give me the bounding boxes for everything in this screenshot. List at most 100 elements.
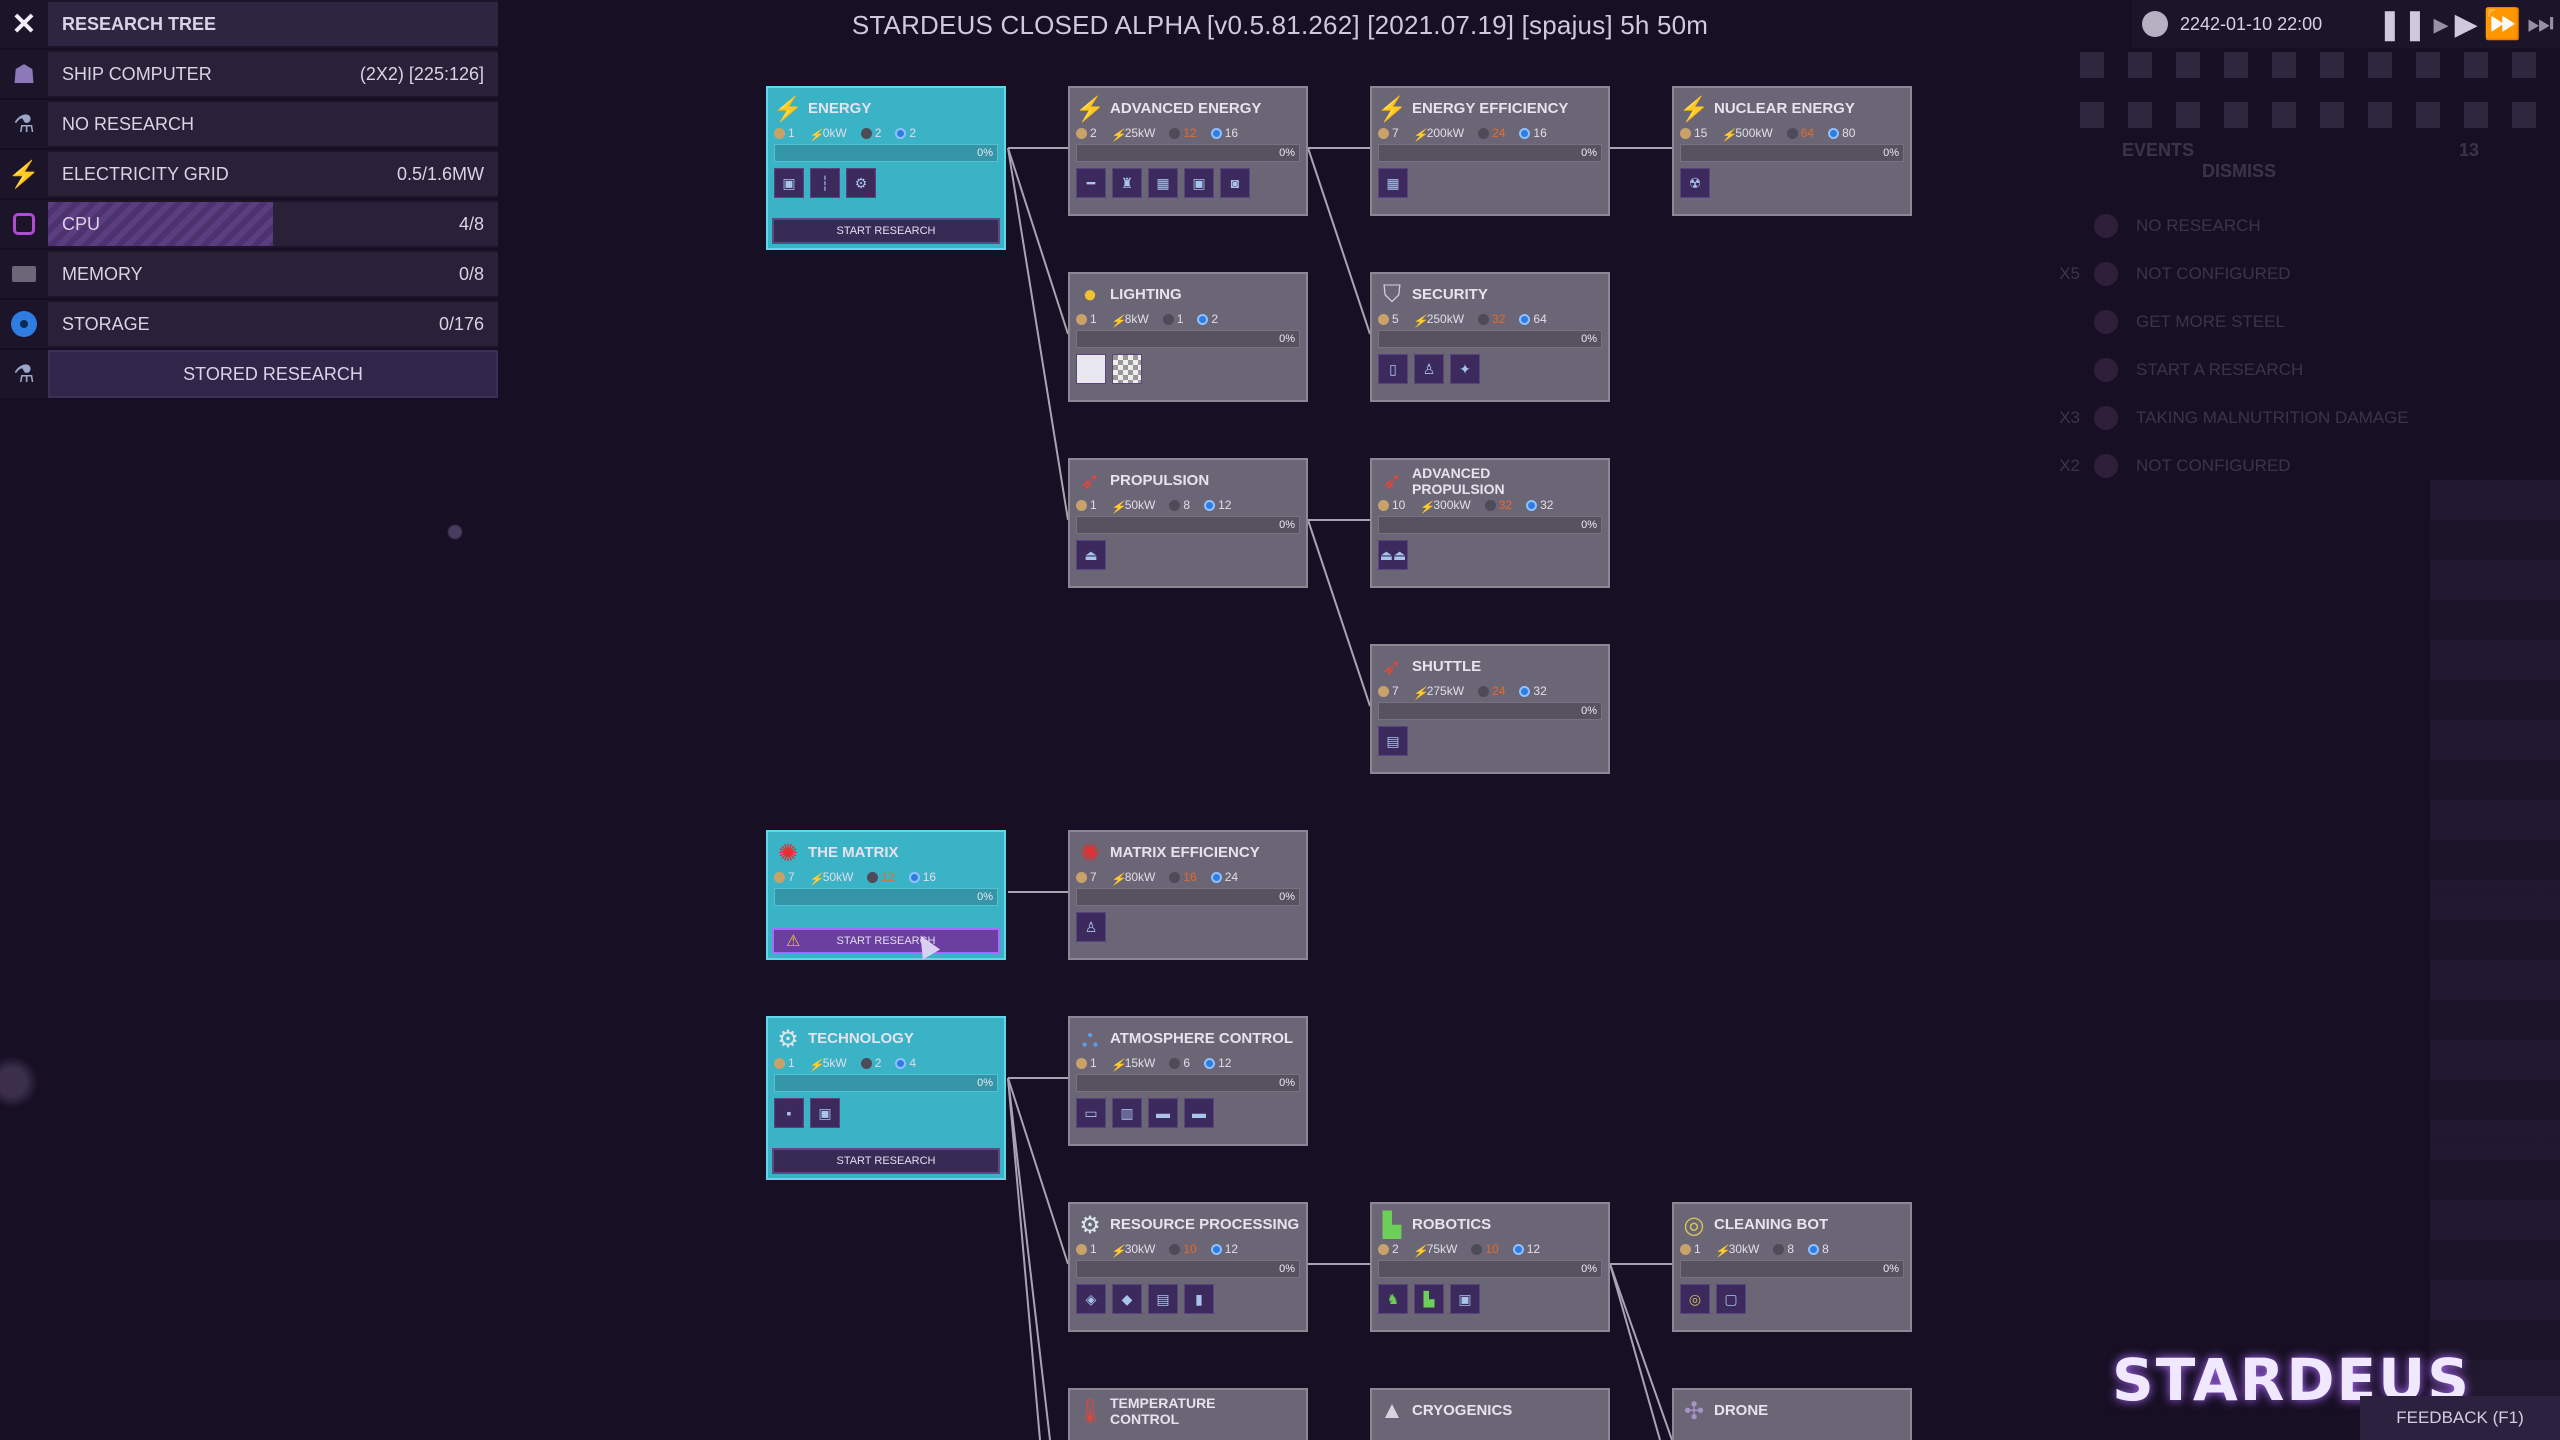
vent-icon[interactable]: ▭ bbox=[1076, 1098, 1106, 1128]
node-lighting[interactable]: ● LIGHTING 1 ⚡ 8kW 1 2 0% bbox=[1068, 272, 1308, 402]
light-panel-icon[interactable] bbox=[1076, 354, 1106, 384]
node-propulsion[interactable]: ➶ PROPULSION 1 ⚡ 50kW 8 12 0% ⏏ bbox=[1068, 458, 1308, 588]
cryogenics-icon: ▲ bbox=[1380, 1397, 1404, 1424]
reactor-icon[interactable]: ◙ bbox=[1220, 168, 1250, 198]
stat-time: 7 bbox=[1392, 126, 1399, 140]
stat-cpu: 24 bbox=[1492, 126, 1506, 140]
thruster-icon[interactable]: ⏏ bbox=[1076, 540, 1106, 570]
data-icon bbox=[1210, 1243, 1222, 1255]
feedback-button[interactable]: FEEDBACK (F1) bbox=[2360, 1396, 2560, 1440]
cooler-icon[interactable]: ▬ bbox=[1184, 1098, 1214, 1128]
node-drone[interactable]: ✣ DRONE bbox=[1672, 1388, 1912, 1440]
stat-time: 2 bbox=[1090, 126, 1097, 140]
node-energy-efficiency[interactable]: ⚡ ENERGY EFFICIENCY 7 ⚡ 200kW 24 16 0% ▦ bbox=[1370, 86, 1610, 216]
node-energy[interactable]: ⚡ ENERGY 1 ⚡ 0kW 2 2 0% ▣ ┆ ⚙ START RESEARCH bbox=[766, 86, 1006, 250]
stat-power: 30kW bbox=[1728, 1242, 1760, 1256]
air-filter-icon[interactable]: ▥ bbox=[1112, 1098, 1142, 1128]
stat-data: 32 bbox=[1540, 498, 1554, 512]
solar-panel-icon[interactable]: ▦ bbox=[1148, 168, 1178, 198]
power-icon: ⚡ bbox=[1412, 1243, 1428, 1258]
stat-cpu: 8 bbox=[1183, 498, 1191, 512]
time-icon bbox=[1378, 127, 1389, 139]
node-matrix-efficiency[interactable]: ✺ MATRIX EFFICIENCY 7 ⚡ 80kW 16 24 0% ♙ bbox=[1068, 830, 1308, 960]
heater-icon[interactable]: ▬ bbox=[1148, 1098, 1178, 1128]
shuttle-bay-icon[interactable]: ▤ bbox=[1378, 726, 1408, 756]
power-icon: ⚡ bbox=[808, 871, 824, 886]
stat-data: 12 bbox=[1218, 498, 1232, 512]
start-research-button[interactable]: START RESEARCH bbox=[772, 218, 1000, 244]
node-technology[interactable]: ⚙ TECHNOLOGY 1 ⚡ 5kW 2 4 0% ▪ ▣ START RESEA… bbox=[766, 1016, 1006, 1180]
door-icon[interactable]: ▯ bbox=[1378, 354, 1408, 384]
power-icon: ⚡ bbox=[1412, 685, 1428, 700]
stat-cpu: 12 bbox=[881, 870, 895, 884]
stat-power: 0kW bbox=[822, 126, 847, 140]
workbench-icon[interactable]: ▪ bbox=[774, 1098, 804, 1128]
stat-time: 1 bbox=[1090, 498, 1097, 512]
node-advanced-energy[interactable]: ⚡ ADVANCED ENERGY 2 ⚡ 25kW 12 16 0% ━ ♜ ▦ ▣ ◙ bbox=[1068, 86, 1308, 216]
charging-station-icon[interactable]: ▢ bbox=[1716, 1284, 1746, 1314]
node-nuclear-energy[interactable]: ⚡ NUCLEAR ENERGY 15 ⚡ 500kW 64 80 0% ☢ bbox=[1672, 86, 1912, 216]
smelter-icon[interactable]: ◈ bbox=[1076, 1284, 1106, 1314]
turret-icon[interactable]: ♙ bbox=[1414, 354, 1444, 384]
row-value: 0/8 bbox=[458, 263, 484, 284]
assembler-icon[interactable]: ▙ bbox=[1414, 1284, 1444, 1314]
cleaning-bot-icon[interactable]: ◎ bbox=[1680, 1284, 1710, 1314]
node-security[interactable]: ⛉ SECURITY 5 ⚡ 250kW 32 64 0% ▯ ♙ ✦ bbox=[1370, 272, 1610, 402]
shield-icon: ⛉ bbox=[1383, 281, 1401, 308]
time-icon bbox=[1378, 499, 1389, 511]
generator-icon[interactable]: ⚙ bbox=[846, 168, 876, 198]
server-icon[interactable]: ♙ bbox=[1076, 912, 1106, 942]
node-shuttle[interactable]: ➶ SHUTTLE 7 ⚡ 275kW 24 32 0% ▤ bbox=[1370, 644, 1610, 774]
node-robotics[interactable]: ▙ ROBOTICS 2 ⚡ 75kW 10 12 0% ♞ ▙ ▣ bbox=[1370, 1202, 1610, 1332]
gear-icon: ⚙ bbox=[1079, 1211, 1101, 1239]
pylon-icon[interactable]: ♜ bbox=[1112, 168, 1142, 198]
computer-icon[interactable]: ▣ bbox=[810, 1098, 840, 1128]
data-icon bbox=[1204, 499, 1216, 511]
battery-icon[interactable]: ▣ bbox=[1184, 168, 1214, 198]
stat-cpu: 2 bbox=[874, 1056, 882, 1070]
start-research-button[interactable]: START RESEARCH bbox=[772, 1148, 1000, 1174]
light-grid-icon[interactable] bbox=[1112, 354, 1142, 384]
node-atmosphere-control[interactable]: ⛬ ATMOSPHERE CONTROL 1 ⚡ 15kW 6 12 0% ▭ ▥ ▬ ▬ bbox=[1068, 1016, 1308, 1146]
time-icon bbox=[1378, 313, 1389, 325]
solar-panel-icon[interactable]: ▦ bbox=[1378, 168, 1408, 198]
start-research-button[interactable]: ⚠ START RESEARCH bbox=[772, 928, 1000, 954]
node-stats: 7 ⚡ 80kW 16 24 bbox=[1070, 868, 1306, 886]
crusher-icon[interactable]: ◆ bbox=[1112, 1284, 1142, 1314]
stat-power: 50kW bbox=[822, 870, 854, 884]
node-cleaning-bot[interactable]: ◎ CLEANING BOT 1 ⚡ 30kW 8 8 0% ◎ ▢ bbox=[1672, 1202, 1912, 1332]
refinery-icon[interactable]: ▤ bbox=[1148, 1284, 1178, 1314]
progress-bar: 0% bbox=[774, 888, 998, 906]
power-icon: ⚡ bbox=[1412, 313, 1428, 328]
progress-bar: 0% bbox=[1378, 516, 1602, 534]
node-the-matrix[interactable]: ✺ THE MATRIX 7 ⚡ 50kW 12 16 0% ⚠ START RESE… bbox=[766, 830, 1006, 960]
progress-bar: 0% bbox=[1076, 330, 1300, 348]
stat-data: 12 bbox=[1526, 1242, 1541, 1256]
power-icon: ⚡ bbox=[808, 1057, 824, 1072]
node-resource-processing[interactable]: ⚙ RESOURCE PROCESSING 1 ⚡ 30kW 10 12 0% ◈ ◆… bbox=[1068, 1202, 1308, 1332]
robot-icon[interactable]: ✦ bbox=[1450, 354, 1480, 384]
node-name: SHUTTLE bbox=[1412, 658, 1482, 675]
wire-icon[interactable]: ━ bbox=[1076, 168, 1106, 198]
node-cryogenics[interactable]: ▲ CRYOGENICS bbox=[1370, 1388, 1610, 1440]
power-icon: ⚡ bbox=[1714, 1243, 1730, 1258]
unlock-items: ▭ ▥ ▬ ▬ bbox=[1070, 1092, 1306, 1128]
node-name: LIGHTING bbox=[1110, 286, 1182, 303]
row-label: MEMORY bbox=[62, 263, 143, 284]
stat-power: 80kW bbox=[1124, 870, 1156, 884]
cpu-icon bbox=[867, 871, 879, 883]
stat-power: 275kW bbox=[1426, 684, 1465, 698]
twin-thruster-icon[interactable]: ⏏⏏ bbox=[1378, 540, 1408, 570]
battery-icon[interactable]: ▣ bbox=[774, 168, 804, 198]
furnace-icon[interactable]: ▮ bbox=[1184, 1284, 1214, 1314]
terminal-icon[interactable]: ▣ bbox=[1450, 1284, 1480, 1314]
node-temperature-control[interactable]: 🌡 TEMPERATURE CONTROL bbox=[1068, 1388, 1308, 1440]
stat-cpu: 32 bbox=[1498, 498, 1513, 512]
robot-arm-icon[interactable]: ♞ bbox=[1378, 1284, 1408, 1314]
progress-text: 0% bbox=[1581, 333, 1597, 345]
lamp-icon[interactable]: ┆ bbox=[810, 168, 840, 198]
power-icon: ⚡ bbox=[1110, 1057, 1126, 1072]
node-advanced-propulsion[interactable]: ➶ ADVANCED PROPULSION 10 ⚡ 300kW 32 32 0% … bbox=[1370, 458, 1610, 588]
nuclear-reactor-icon[interactable]: ☢ bbox=[1680, 168, 1710, 198]
node-name: CRYOGENICS bbox=[1412, 1402, 1513, 1419]
